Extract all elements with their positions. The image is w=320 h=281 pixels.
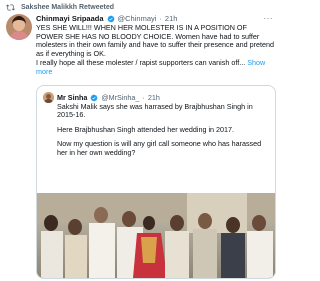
photo-image [37, 193, 275, 278]
retweet-header: Sakshee Malikkh Retweeted [6, 3, 114, 12]
tweet-time[interactable]: 21h [165, 14, 178, 23]
quoted-paragraph-3: Now my question is will any girl call so… [57, 139, 262, 157]
quoted-author-handle: @MrSinha_ [101, 93, 140, 102]
quoted-paragraph-2: Here Brajbhushan Singh attended her wedd… [57, 124, 235, 134]
quoted-tweet[interactable]: Mr Sinha @MrSinha_ · 21h Sakshi Malik sa… [36, 85, 276, 279]
more-options-button[interactable]: ··· [264, 14, 274, 23]
retweet-icon [6, 4, 15, 11]
avatar[interactable] [6, 14, 32, 40]
verified-icon [107, 15, 114, 22]
tweet-line-1: YES SHE WILL!!! WHEN HER MOLESTER IS IN … [36, 23, 274, 58]
verified-icon [90, 94, 98, 101]
quoted-paragraph-1: Sakshi Malik says she was harrased by Br… [57, 102, 253, 120]
meta-separator: · [142, 93, 145, 102]
tweet-line-2: I really hope all these molester / rapis… [36, 59, 274, 76]
meta-separator: · [159, 14, 162, 23]
quoted-avatar [43, 92, 54, 103]
quoted-author-name: Mr Sinha [57, 93, 88, 102]
quoted-tweet-time: 21h [147, 93, 160, 102]
author-handle[interactable]: @Chinmayi [118, 14, 157, 23]
wedding-photo[interactable] [37, 193, 275, 278]
tweet-text: YES SHE WILL!!! WHEN HER MOLESTER IS IN … [36, 23, 274, 78]
retweet-label: Sakshee Malikkh Retweeted [21, 4, 114, 11]
author-name[interactable]: Chinmayi Sripaada [36, 14, 104, 23]
tweet-header: Chinmayi Sripaada @Chinmayi · 21h [36, 14, 177, 23]
tweet-line-2-text: I really hope all these molester / rapis… [36, 58, 246, 68]
quoted-tweet-text: Sakshi Malik says she was harrased by Br… [57, 102, 269, 163]
